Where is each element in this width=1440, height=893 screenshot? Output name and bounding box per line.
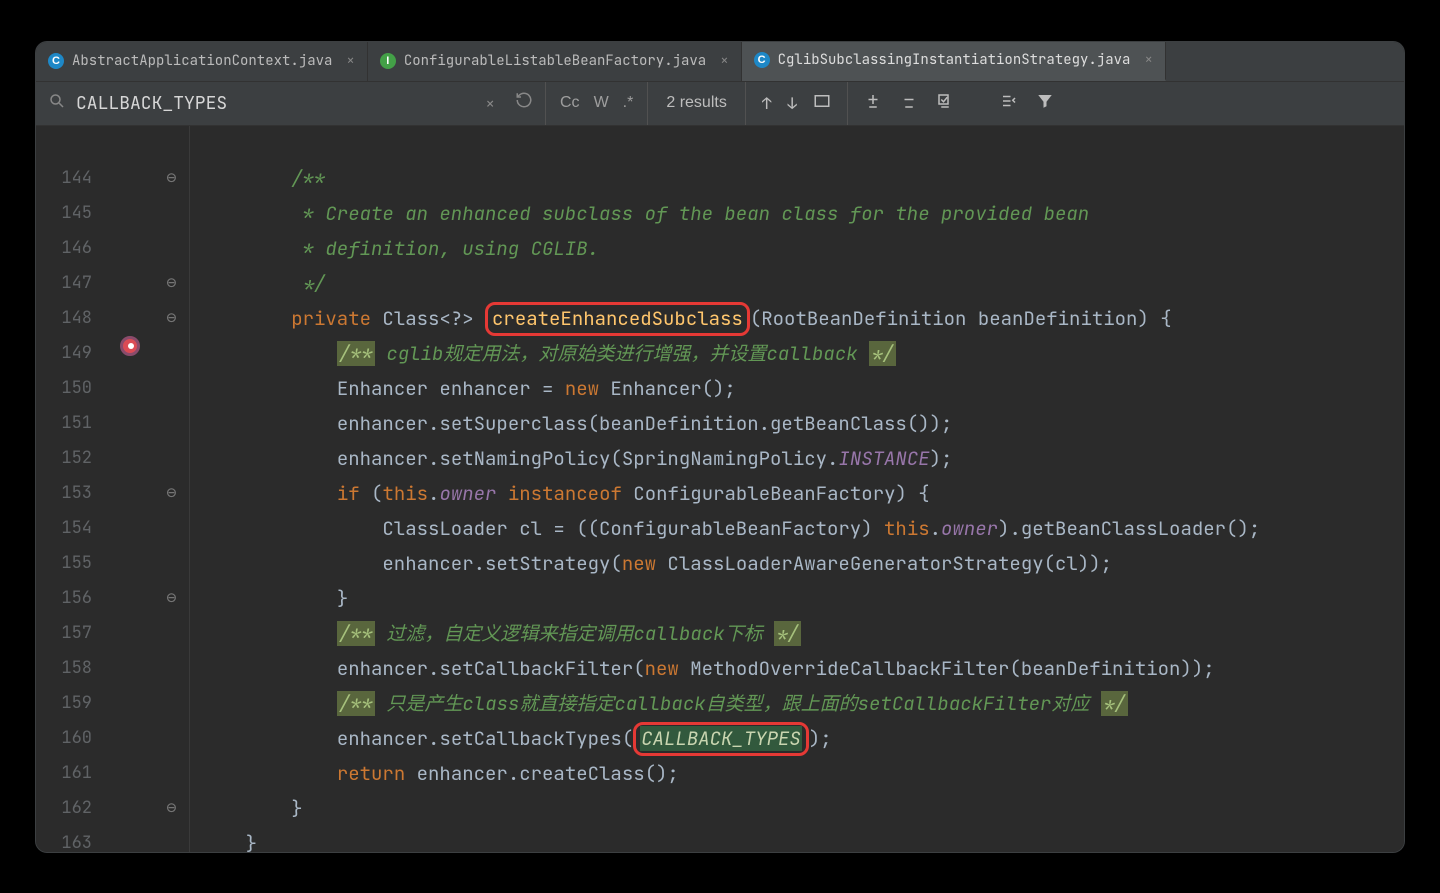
close-icon[interactable]: × xyxy=(346,52,354,70)
code-line[interactable]: enhancer.setCallbackFilter(new MethodOve… xyxy=(200,651,1404,686)
fold-handle[interactable]: ⊖ xyxy=(166,797,176,819)
line-number-gutter: 144 145 146 147 148 149 150 151 152 153 … xyxy=(36,126,112,852)
tab-label: ConfigurableListableBeanFactory.java xyxy=(404,52,706,70)
close-icon[interactable]: × xyxy=(1144,51,1152,69)
code-line[interactable]: */ xyxy=(200,266,1404,301)
search-match: CALLBACK_TYPES xyxy=(640,726,802,751)
search-history-icon[interactable] xyxy=(515,91,533,115)
editor-tab-active[interactable]: C CglibSubclassingInstantiationStrategy.… xyxy=(742,42,1166,81)
whole-words-toggle[interactable]: W xyxy=(594,94,609,112)
fold-handle[interactable]: ⊖ xyxy=(166,482,176,504)
fold-handle[interactable]: ⊖ xyxy=(166,307,176,329)
find-in-file-bar: × Cc W .* 2 results ↑ ↓ xyxy=(36,82,1404,126)
code-line[interactable]: /** xyxy=(200,161,1404,196)
select-all-occurrences-icon[interactable] xyxy=(936,92,954,115)
code-area[interactable]: /** * Create an enhanced subclass of the… xyxy=(190,126,1404,852)
next-match-icon[interactable]: ↓ xyxy=(787,93,797,114)
gutter-icons xyxy=(112,126,154,852)
search-input[interactable] xyxy=(76,92,475,115)
code-line[interactable]: /** 过滤，自定义逻辑来指定调用callback下标 */ xyxy=(200,616,1404,651)
select-all-icon[interactable] xyxy=(813,92,831,115)
annotation-box: createEnhancedSubclass xyxy=(485,302,750,336)
code-line[interactable]: } xyxy=(200,581,1404,616)
search-icon xyxy=(48,92,66,115)
editor-tab[interactable]: C AbstractApplicationContext.java × xyxy=(36,42,368,81)
add-selection-icon[interactable] xyxy=(864,92,882,115)
code-line[interactable]: enhancer.setNamingPolicy(SpringNamingPol… xyxy=(200,441,1404,476)
fold-handle[interactable]: ⊖ xyxy=(166,272,176,294)
fold-handle[interactable]: ⊖ xyxy=(166,587,176,609)
code-editor[interactable]: 144 145 146 147 148 149 150 151 152 153 … xyxy=(36,126,1404,852)
filter-icon[interactable] xyxy=(1036,92,1054,115)
code-line[interactable]: * definition, using CGLIB. xyxy=(200,231,1404,266)
close-icon[interactable]: × xyxy=(720,52,728,70)
fold-handle[interactable]: ⊖ xyxy=(166,167,176,189)
code-line[interactable]: enhancer.setSuperclass(beanDefinition.ge… xyxy=(200,406,1404,441)
match-case-toggle[interactable]: Cc xyxy=(560,94,580,112)
ide-window: C AbstractApplicationContext.java × I Co… xyxy=(35,41,1405,853)
code-line[interactable]: enhancer.setStrategy(new ClassLoaderAwar… xyxy=(200,546,1404,581)
regex-toggle[interactable]: .* xyxy=(623,94,634,112)
tab-label: AbstractApplicationContext.java xyxy=(72,52,332,70)
code-line[interactable]: enhancer.setCallbackTypes(CALLBACK_TYPES… xyxy=(200,721,1404,756)
editor-tabbar: C AbstractApplicationContext.java × I Co… xyxy=(36,42,1404,82)
prev-match-icon[interactable]: ↑ xyxy=(762,93,772,114)
search-tools xyxy=(848,82,1070,125)
code-line[interactable]: Enhancer enhancer = new Enhancer(); xyxy=(200,371,1404,406)
class-icon: C xyxy=(754,52,770,68)
remove-selection-icon[interactable] xyxy=(900,92,918,115)
breakpoint-icon[interactable] xyxy=(120,336,140,356)
search-nav: ↑ ↓ xyxy=(746,82,848,125)
search-results-count: 2 results xyxy=(648,82,745,125)
code-line[interactable]: /** cglib规定用法，对原始类进行增强，并设置callback */ xyxy=(200,336,1404,371)
search-options: Cc W .* xyxy=(546,82,648,125)
code-line[interactable]: * Create an enhanced subclass of the bea… xyxy=(200,196,1404,231)
annotation-box: CALLBACK_TYPES xyxy=(633,722,809,756)
collapse-filter-icon[interactable] xyxy=(1000,92,1018,115)
code-line[interactable] xyxy=(200,126,1404,161)
fold-gutter: ⊖ ⊖ ⊖ ⊖ ⊖ ⊖ xyxy=(154,126,190,852)
code-line[interactable]: } xyxy=(200,826,1404,852)
code-line[interactable]: if (this.owner instanceof ConfigurableBe… xyxy=(200,476,1404,511)
clear-search-icon[interactable]: × xyxy=(485,93,495,114)
code-line[interactable]: } xyxy=(200,791,1404,826)
editor-tab[interactable]: I ConfigurableListableBeanFactory.java × xyxy=(368,42,742,81)
tab-label: CglibSubclassingInstantiationStrategy.ja… xyxy=(778,51,1131,69)
interface-icon: I xyxy=(380,53,396,69)
code-line[interactable]: /** 只是产生class就直接指定callback自类型，跟上面的setCal… xyxy=(200,686,1404,721)
code-line[interactable]: return enhancer.createClass(); xyxy=(200,756,1404,791)
code-line[interactable]: ClassLoader cl = ((ConfigurableBeanFacto… xyxy=(200,511,1404,546)
code-line[interactable]: private Class<?> createEnhancedSubclass(… xyxy=(200,301,1404,336)
class-icon: C xyxy=(48,53,64,69)
